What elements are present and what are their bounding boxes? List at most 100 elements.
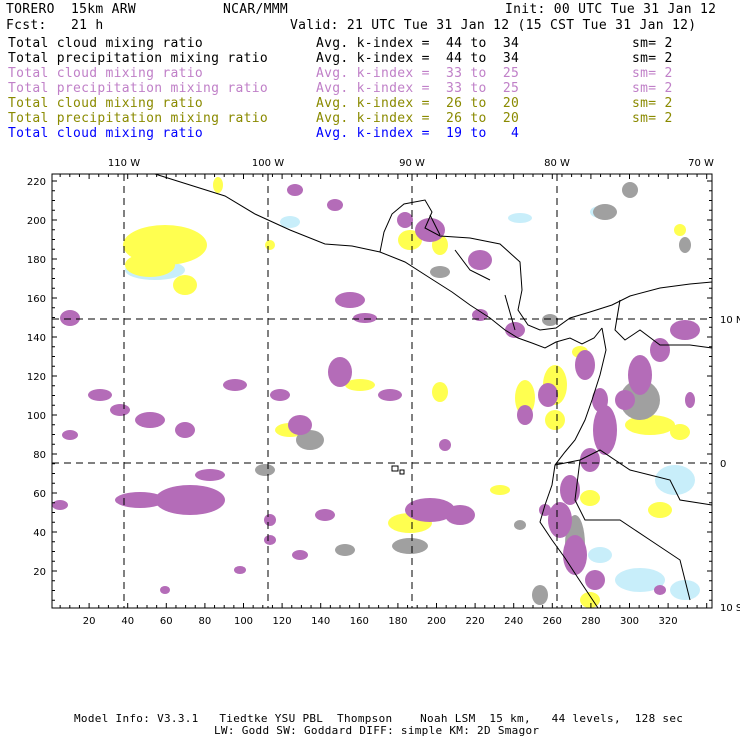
contour-mid bbox=[563, 535, 587, 575]
y-tick-label: 200 bbox=[27, 216, 46, 227]
x-tick-label: 280 bbox=[581, 616, 600, 627]
y-tick-label: 20 bbox=[33, 567, 46, 578]
contour-low bbox=[580, 490, 600, 506]
contour-mid bbox=[155, 485, 225, 515]
contour-high bbox=[335, 544, 355, 556]
contour-high bbox=[392, 538, 428, 554]
x-tick-label: 100 bbox=[234, 616, 253, 627]
longitude-label: 90 W bbox=[399, 158, 425, 169]
latitude-label: 10 N bbox=[720, 315, 740, 326]
contour-lowest bbox=[508, 213, 532, 223]
x-tick-label: 300 bbox=[620, 616, 639, 627]
contour-low bbox=[490, 485, 510, 495]
contour-mid bbox=[60, 310, 80, 326]
longitude-label: 110 W bbox=[108, 158, 140, 169]
longitude-label: 100 W bbox=[252, 158, 284, 169]
contour-high bbox=[679, 237, 691, 253]
contour-mid bbox=[670, 320, 700, 340]
contour-mid bbox=[88, 389, 112, 401]
contour-lowest bbox=[670, 580, 700, 600]
contour-high bbox=[430, 266, 450, 278]
contour-low bbox=[432, 382, 448, 402]
contour-mid bbox=[654, 585, 666, 595]
contour-mid bbox=[397, 212, 413, 228]
contour-mid bbox=[517, 405, 533, 425]
contour-mid bbox=[560, 475, 580, 505]
y-tick-label: 60 bbox=[33, 489, 46, 500]
x-tick-label: 220 bbox=[466, 616, 485, 627]
contour-mid bbox=[628, 355, 652, 395]
x-tick-label: 160 bbox=[350, 616, 369, 627]
y-tick-label: 160 bbox=[27, 294, 46, 305]
contour-mid bbox=[135, 412, 165, 428]
model-info-line2: LW: Godd SW: Goddard DIFF: simple KM: 2D… bbox=[214, 724, 540, 737]
contour-low bbox=[265, 240, 275, 250]
contour-low bbox=[545, 410, 565, 430]
x-tick-label: 200 bbox=[427, 616, 446, 627]
y-tick-label: 220 bbox=[27, 177, 46, 188]
contour-mid bbox=[615, 390, 635, 410]
longitude-label: 70 W bbox=[688, 158, 714, 169]
contour-high bbox=[593, 204, 617, 220]
contour-high bbox=[622, 182, 638, 198]
contour-mid bbox=[264, 514, 276, 526]
contour-mid bbox=[327, 199, 343, 211]
contour-mid bbox=[415, 218, 445, 242]
latitude-labels: 10 N 0 10 S bbox=[720, 315, 740, 614]
contour-high bbox=[514, 520, 526, 530]
contour-high bbox=[255, 464, 275, 476]
contour-mid bbox=[175, 422, 195, 438]
coastline-mexico-central-america bbox=[154, 173, 603, 349]
longitude-labels: 110 W 100 W 90 W 80 W 70 W bbox=[108, 158, 714, 169]
latitude-label: 0 bbox=[720, 459, 726, 470]
x-tick-label: 180 bbox=[388, 616, 407, 627]
latitude-label: 10 S bbox=[720, 603, 740, 614]
contour-mid bbox=[468, 250, 492, 270]
x-tick-label: 40 bbox=[121, 616, 134, 627]
galapagos bbox=[391, 465, 405, 475]
contour-mid bbox=[353, 313, 377, 323]
y-tick-label: 100 bbox=[27, 411, 46, 422]
y-tick-label: 180 bbox=[27, 255, 46, 266]
x-tick-label: 320 bbox=[659, 616, 678, 627]
y-tick-label: 80 bbox=[33, 450, 46, 461]
contour-mid bbox=[52, 500, 68, 510]
contour-low bbox=[125, 253, 175, 277]
contour-mid bbox=[110, 404, 130, 416]
contour-low bbox=[674, 224, 686, 236]
contour-mid bbox=[328, 357, 352, 387]
contour-mid bbox=[575, 350, 595, 380]
y-tick-label: 140 bbox=[27, 333, 46, 344]
contour-mid bbox=[593, 405, 617, 455]
contour-mid bbox=[292, 550, 308, 560]
x-tick-label: 120 bbox=[273, 616, 292, 627]
contour-mid bbox=[264, 535, 276, 545]
contour-low bbox=[670, 424, 690, 440]
y-tick-label: 40 bbox=[33, 528, 46, 539]
cloud-contours bbox=[52, 177, 700, 608]
longitude-label: 80 W bbox=[544, 158, 570, 169]
contour-mid bbox=[378, 389, 402, 401]
contour-mid bbox=[315, 509, 335, 521]
contour-mid bbox=[115, 492, 165, 508]
y-axis-labels: 20 40 60 80 100 120 140 160 180 200 220 bbox=[27, 177, 46, 578]
contour-lowest bbox=[280, 216, 300, 228]
contour-mid bbox=[650, 338, 670, 362]
contour-low bbox=[173, 275, 197, 295]
x-tick-label: 260 bbox=[543, 616, 562, 627]
contour-lowest bbox=[588, 547, 612, 563]
x-tick-label: 20 bbox=[83, 616, 96, 627]
x-tick-label: 60 bbox=[160, 616, 173, 627]
contour-mid bbox=[288, 415, 312, 435]
x-axis-labels: 20 40 60 80 100 120 140 160 180 200 220 240 260 280 30… bbox=[83, 616, 678, 627]
x-tick-label: 240 bbox=[504, 616, 523, 627]
contour-mid bbox=[234, 566, 246, 574]
y-tick-label: 120 bbox=[27, 372, 46, 383]
contour-high bbox=[532, 585, 548, 605]
contour-mid bbox=[62, 430, 78, 440]
contour-mid bbox=[223, 379, 247, 391]
contour-mid bbox=[160, 586, 170, 594]
contour-mid bbox=[445, 505, 475, 525]
contour-low bbox=[648, 502, 672, 518]
contour-mid bbox=[685, 392, 695, 408]
